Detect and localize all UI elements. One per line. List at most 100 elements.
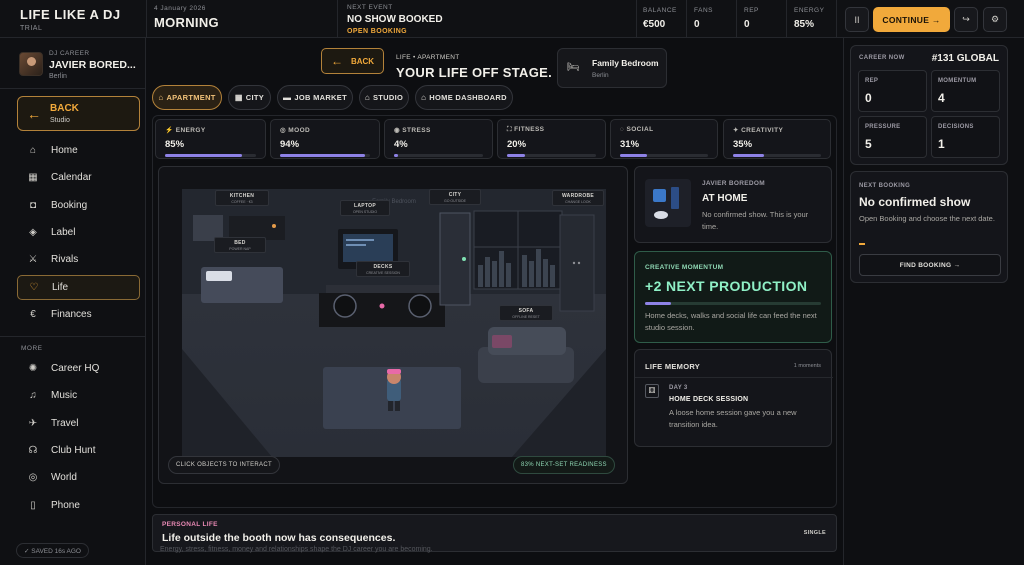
headphones-icon: ☊	[28, 445, 38, 456]
object-label-title: CITY	[448, 192, 462, 198]
sidebar-item-label-page[interactable]: ◈ Label	[17, 220, 140, 245]
divider	[836, 0, 837, 38]
stat-fans: FANS 0	[694, 7, 713, 30]
divider	[786, 0, 787, 38]
sidebar-item-club-hunt[interactable]: ☊ Club Hunt	[17, 438, 140, 463]
object-label-sub: POWER NAP	[229, 247, 251, 251]
object-label-decks[interactable]: DECKS CREATIVE SESSION	[356, 261, 410, 277]
progress-track	[507, 154, 596, 157]
progress-fill	[280, 154, 365, 157]
divider	[337, 0, 338, 38]
next-event-block[interactable]: NEXT EVENT NO SHOW BOOKED OPEN BOOKING	[347, 4, 443, 35]
header-back-button[interactable]: ← BACK	[321, 48, 384, 74]
object-label-sub: GO OUTSIDE	[444, 199, 466, 203]
sidebar-item-label: Travel	[51, 418, 79, 429]
sidebar-item-rivals[interactable]: ⚔ Rivals	[17, 247, 140, 272]
object-label-wardrobe[interactable]: WARDROBE CHANGE LOOK	[552, 190, 604, 206]
object-label-sub: OFFLINE RESET	[512, 315, 540, 319]
personal-life-text: Energy, stress, fitness, money and relat…	[160, 546, 433, 553]
heart-icon: ♡	[29, 282, 39, 293]
tab-home-dashboard[interactable]: ⌂ HOME DASHBOARD	[415, 85, 513, 110]
booking-icon: ◘	[29, 200, 37, 211]
stat-value: 85%	[794, 19, 815, 30]
desk-top	[326, 285, 442, 293]
progress-track	[394, 154, 483, 157]
sidebar-item-phone[interactable]: ▯ Phone	[17, 493, 140, 518]
sidebar-item-booking[interactable]: ◘ Booking	[17, 193, 140, 218]
metric-decisions: DECISIONS 1	[931, 116, 1000, 158]
progress-track	[620, 154, 708, 157]
sidebar-item-music[interactable]: ♫ Music	[17, 383, 140, 408]
object-label-sub: CREATIVE SESSION	[366, 271, 400, 275]
settings-icon[interactable]: ⚙	[983, 7, 1007, 32]
object-label-title: SOFA	[518, 308, 534, 314]
brand: LIFE LIKE A DJ TRIAL	[20, 7, 121, 32]
wardrobe-object[interactable]	[559, 214, 595, 312]
sparkle-icon: ✦	[733, 127, 739, 134]
stat-card-value: 31%	[620, 139, 640, 150]
metric-rep: REP 0	[858, 70, 927, 112]
life-memory-title: LIFE MEMORY	[645, 362, 701, 371]
sidebar-item-label: Calendar	[51, 172, 92, 183]
metric-label: DECISIONS	[938, 124, 974, 130]
creative-momentum-card: CREATIVE MOMENTUM +2 NEXT PRODUCTION Hom…	[634, 251, 832, 343]
sidebar-item-calendar[interactable]: ▦ Calendar	[17, 165, 140, 190]
sidebar-item-career-hq[interactable]: ✺ Career HQ	[17, 356, 140, 381]
object-label-laptop[interactable]: LAPTOP OPEN STUDIO	[340, 200, 390, 216]
dice-icon: ⚅	[645, 384, 659, 398]
sidebar-item-label: World	[51, 472, 77, 483]
tab-apartment[interactable]: ⌂ APARTMENT	[152, 85, 222, 110]
find-booking-button[interactable]: FIND BOOKING →	[859, 254, 1001, 276]
readiness-badge: 83% NEXT-SET READINESS	[513, 456, 615, 474]
pause-button[interactable]: II	[845, 7, 869, 32]
relationship-status: SINGLE	[803, 530, 826, 536]
sidebar-item-world[interactable]: ◎ World	[17, 465, 140, 490]
bed-pillow	[206, 271, 232, 281]
stat-card-value: 85%	[165, 139, 185, 150]
stat-label: FANS	[694, 7, 713, 14]
progress-fill	[620, 154, 648, 157]
stat-card-value: 94%	[280, 139, 300, 150]
tab-job-market[interactable]: ▬ JOB MARKET	[277, 85, 353, 110]
home-icon: ⌂	[158, 93, 164, 102]
tab-studio[interactable]: ⌂ STUDIO	[359, 85, 409, 110]
divider	[146, 0, 147, 38]
exit-icon[interactable]: ↪	[954, 7, 978, 32]
avatar	[19, 52, 43, 76]
stat-card-label-text: CREATIVITY	[741, 127, 784, 134]
tab-label: HOME DASHBOARD	[429, 93, 507, 102]
object-label-title: KITCHEN	[229, 193, 255, 199]
object-label-bed[interactable]: BED POWER NAP	[214, 237, 266, 253]
object-label-kitchen[interactable]: KITCHEN COFFEE · €3	[215, 190, 269, 206]
stat-label: ENERGY	[794, 7, 825, 14]
divider	[736, 0, 737, 38]
continue-button[interactable]: CONTINUE →	[873, 7, 950, 32]
next-booking-text: Open Booking and choose the next date.	[859, 214, 995, 223]
city-icon: ▦	[234, 93, 243, 102]
profile-location: Berlin	[49, 73, 67, 80]
career-now-card: CAREER NOW #131 GLOBAL REP 0 MOMENTUM 4 …	[850, 45, 1008, 165]
object-label-title: LAPTOP	[354, 203, 376, 209]
tab-city[interactable]: ▦ CITY	[228, 85, 271, 110]
metric-value: 4	[938, 91, 945, 105]
object-label-sofa[interactable]: SOFA OFFLINE RESET	[499, 305, 553, 321]
profile-name: JAVIER BORED...	[49, 59, 136, 71]
laptop-line	[346, 239, 374, 241]
next-event-status[interactable]: OPEN BOOKING	[347, 28, 443, 35]
sidebar-item-travel[interactable]: ✈ Travel	[17, 411, 140, 436]
location-card[interactable]: 🛏 Family Bedroom Berlin	[557, 48, 667, 88]
stress-icon: ◉	[394, 127, 401, 134]
sidebar-item-label: Booking	[51, 200, 88, 211]
sidebar-back-button[interactable]: ← BACK Studio	[17, 96, 140, 131]
sidebar-item-finances[interactable]: € Finances	[17, 302, 140, 327]
object-label-sub: COFFEE · €3	[231, 200, 253, 204]
laptop-line	[346, 244, 366, 246]
divider	[686, 0, 687, 38]
metric-label: MOMENTUM	[938, 78, 977, 84]
sidebar-item-life[interactable]: ♡ Life	[17, 275, 140, 300]
tab-label: APARTMENT	[166, 93, 216, 102]
object-label-city[interactable]: CITY GO OUTSIDE	[429, 189, 481, 205]
sidebar-item-label: Label	[51, 227, 76, 238]
sidebar-item-home[interactable]: ⌂ Home	[17, 138, 140, 163]
room-illustration: Family Bedroom	[182, 199, 606, 457]
